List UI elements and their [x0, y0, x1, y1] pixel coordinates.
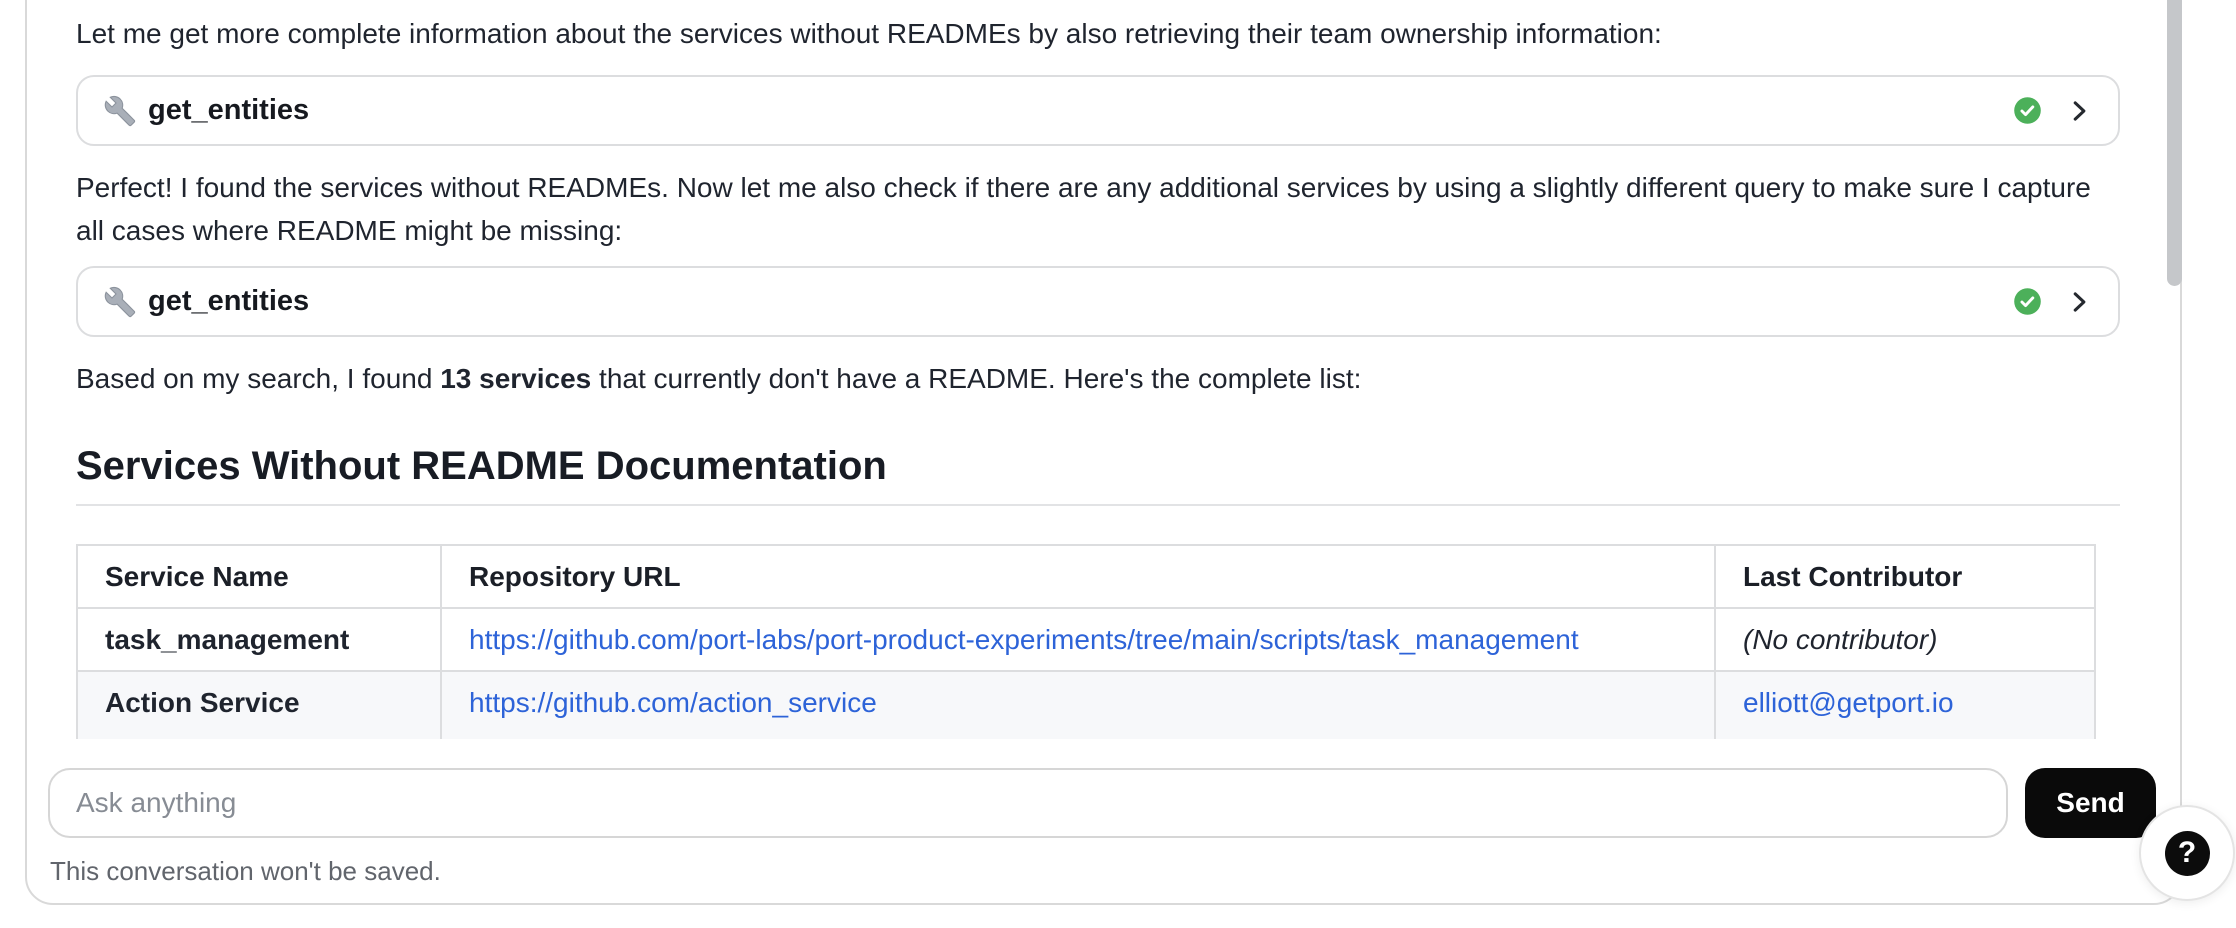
check-circle-icon: [2013, 96, 2042, 125]
assistant-message: Let me get more complete information abo…: [76, 12, 2120, 55]
chevron-right-icon: [2066, 289, 2092, 315]
ask-anything-input[interactable]: [48, 768, 2008, 838]
message-text: that currently don't have a README. Here…: [591, 363, 1361, 394]
chat-transcript: Let me get more complete information abo…: [27, 0, 2180, 739]
service-name-cell: Action Service: [77, 671, 441, 739]
assistant-message: Based on my search, I found 13 services …: [76, 357, 2120, 400]
check-circle-icon: [2013, 287, 2042, 316]
services-table: Service Name Repository URL Last Contrib…: [76, 544, 2096, 739]
conversation-disclaimer: This conversation won't be saved.: [50, 856, 441, 887]
col-header-repository-url: Repository URL: [441, 545, 1715, 608]
scrollbar-thumb[interactable]: [2167, 0, 2182, 286]
page: Let me get more complete information abo…: [0, 0, 2236, 928]
table-row: Action Service https://github.com/action…: [77, 671, 2095, 739]
send-button[interactable]: Send: [2025, 768, 2156, 838]
repo-url-link[interactable]: https://github.com/action_service: [469, 687, 877, 718]
tool-name: get_entities: [148, 285, 309, 318]
assistant-message: Perfect! I found the services without RE…: [76, 166, 2120, 252]
repo-url-link[interactable]: https://github.com/port-labs/port-produc…: [469, 624, 1579, 655]
message-text: Based on my search, I found: [76, 363, 440, 394]
tool-name: get_entities: [148, 94, 309, 127]
help-button[interactable]: ?: [2139, 805, 2235, 901]
table-header-row: Service Name Repository URL Last Contrib…: [77, 545, 2095, 608]
service-name-cell: task_management: [77, 608, 441, 671]
section-heading: Services Without README Documentation: [76, 442, 2120, 490]
contributor-email-link[interactable]: elliott@getport.io: [1743, 687, 1954, 718]
chevron-right-icon: [2066, 98, 2092, 124]
heading-divider: [76, 504, 2120, 506]
wrench-icon: [104, 95, 136, 127]
tool-call-get-entities-2[interactable]: get_entities: [76, 266, 2120, 337]
table-row: task_management https://github.com/port-…: [77, 608, 2095, 671]
col-header-last-contributor: Last Contributor: [1715, 545, 2095, 608]
col-header-service-name: Service Name: [77, 545, 441, 608]
services-count: 13 services: [440, 363, 591, 394]
contributor-cell: (No contributor): [1743, 624, 1938, 655]
question-mark-icon: ?: [2165, 831, 2210, 876]
wrench-icon: [104, 286, 136, 318]
tool-call-get-entities-1[interactable]: get_entities: [76, 75, 2120, 146]
